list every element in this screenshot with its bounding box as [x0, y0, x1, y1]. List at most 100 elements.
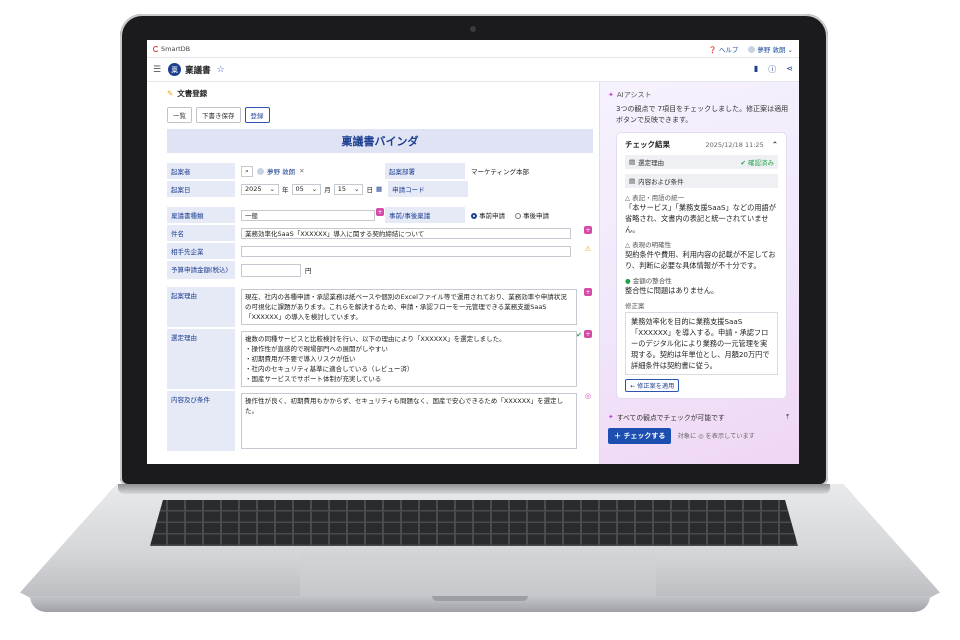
- suggest-label: 修正案: [625, 302, 645, 310]
- field-tag-selection[interactable]: ▤ 選定理由 ✔ 確認済み: [625, 155, 778, 169]
- year-unit: 年: [282, 186, 289, 194]
- section-header: ✎ 文書登録: [167, 88, 593, 99]
- applicant-search-button[interactable]: ⌕: [241, 165, 253, 177]
- document-form: ✎ 文書登録 一覧 下書き保存 登録 稟議書バインダ 起案者* ⌕ 夢野 敦朗: [147, 82, 599, 464]
- check-body: 契約条件や費用、利用内容の記載が不足しており、判断に必要な具体情報が不十分です。: [625, 250, 776, 270]
- applicant-chip: 夢野 敦朗: [257, 166, 295, 176]
- share-icon[interactable]: ⋖: [786, 64, 793, 75]
- field-tag-terms[interactable]: ▤ 内容および条件: [625, 174, 778, 188]
- selection-intro: 複数の同種サービスと比較検討を行い、以下の理由により「XXXXXX」を選定しまし…: [245, 335, 506, 343]
- check-title: ● 金額の整合性: [625, 277, 672, 285]
- list-button[interactable]: 一覧: [167, 107, 192, 123]
- partner-label: 相手先企業*: [167, 243, 238, 259]
- card-title: チェック結果: [625, 140, 670, 149]
- logo-text: SmartDB: [161, 44, 191, 53]
- chevron-up-icon[interactable]: ⌃: [772, 140, 778, 149]
- check-result-card: チェック結果 2025/12/18 11:25 ⌃ ▤ 選定理由 ✔ 確認済み …: [616, 132, 787, 399]
- status-badge: ✔ 確認済み: [740, 159, 774, 167]
- laptop-notch: [432, 596, 528, 601]
- month-select[interactable]: 05 ⌄: [291, 183, 322, 195]
- timing-post-radio[interactable]: 事後申請: [515, 210, 549, 220]
- laptop-lid: SmartDB ❓ ヘルプ 夢野 敦朗 ⌄ ☰ 稟 稟議書 ☆ ▮ ⓘ ⋖ ✎: [120, 14, 828, 486]
- menu-icon[interactable]: ☰: [153, 65, 161, 75]
- sparkle-icon: ✦: [608, 91, 614, 99]
- sparkle-icon: ✦: [608, 413, 614, 421]
- day-select[interactable]: 15 ⌄: [333, 183, 364, 195]
- applicant-name: 夢野 敦朗: [267, 168, 296, 176]
- page-title: 稟議書: [185, 65, 211, 76]
- amount-label: 予算申請金額(税込)*: [167, 261, 238, 279]
- section-title: 文書登録: [177, 89, 208, 98]
- selection-textarea[interactable]: 複数の同種サービスと比較検討を行い、以下の理由により「XXXXXX」を選定しまし…: [241, 331, 577, 387]
- check-circle-icon: ●: [625, 277, 631, 285]
- list-item: ・操作性が直感的で現場部門への展開がしやすい: [245, 345, 388, 353]
- user-menu[interactable]: 夢野 敦朗 ⌄: [748, 44, 793, 54]
- user-avatar-icon: [748, 46, 756, 53]
- ai-mark-icon: +: [376, 208, 384, 216]
- tag-label: 選定理由: [638, 159, 665, 167]
- save-draft-button[interactable]: 下書き保存: [196, 107, 241, 123]
- month-unit: 月: [324, 186, 331, 194]
- remove-applicant-icon[interactable]: ✕: [299, 167, 304, 175]
- laptop-hinge: [118, 484, 830, 494]
- ai-footer: ✦ すべての観点でチェックが可能です ⤒ ＋ チェックする 対象に ◎ を表示し…: [608, 412, 789, 444]
- amount-unit: 円: [305, 267, 312, 275]
- warning-icon: △: [625, 194, 630, 202]
- timing-pre-radio[interactable]: 事前申請: [471, 210, 505, 220]
- search-icon: ⌕: [245, 166, 249, 175]
- info-icon[interactable]: ⓘ: [768, 64, 776, 75]
- warning-icon: △: [625, 241, 630, 249]
- radio-empty-icon: [515, 213, 521, 219]
- register-button[interactable]: 登録: [244, 107, 270, 123]
- apply-suggestion-button[interactable]: ← 修正案を適用: [625, 379, 680, 392]
- year-select[interactable]: 2025 ⌄: [241, 183, 279, 195]
- user-name: 夢野 敦朗: [757, 45, 786, 54]
- title-bar: ☰ 稟 稟議書 ☆ ▮ ⓘ ⋖: [147, 58, 799, 82]
- code-label: 申請コード: [388, 181, 469, 197]
- user-avatar-icon: [257, 167, 264, 175]
- field-icon: ▤: [629, 158, 636, 166]
- warning-icon: ⚠: [584, 245, 591, 253]
- code-value: [468, 181, 593, 197]
- date-label: 起案日*: [167, 181, 238, 197]
- applicant-label: 起案者*: [167, 163, 238, 179]
- favorite-star-icon[interactable]: ☆: [217, 65, 225, 75]
- day-unit: 日: [366, 186, 373, 194]
- chevron-down-icon: ⌄: [311, 185, 318, 193]
- app-logo[interactable]: SmartDB: [153, 45, 190, 53]
- bookmark-icon[interactable]: ▮: [754, 64, 758, 75]
- camera-icon: [470, 26, 476, 32]
- form-title: 稟議書バインダ: [167, 129, 593, 153]
- laptop-screen: SmartDB ❓ ヘルプ 夢野 敦朗 ⌄ ☰ 稟 稟議書 ☆ ▮ ⓘ ⋖ ✎: [147, 40, 799, 464]
- top-bar: SmartDB ❓ ヘルプ 夢野 敦朗 ⌄: [147, 40, 799, 58]
- run-check-button[interactable]: ＋ チェックする: [608, 428, 672, 444]
- app-badge-icon: 稟: [168, 63, 182, 76]
- help-link[interactable]: ❓ ヘルプ: [709, 44, 739, 54]
- chevron-down-icon: ⌄: [354, 185, 360, 193]
- partner-input[interactable]: [241, 245, 571, 257]
- ai-assist-panel: ✦ AIアシスト 3つの観点で 7項目をチェックしました。修正案は適用ボタンで反…: [599, 82, 799, 464]
- amount-input[interactable]: [241, 263, 301, 277]
- check-body: 「本サービス」「業務支援SaaS」などの用語が省略され、文書内の表記と統一されて…: [625, 203, 776, 234]
- card-date: 2025/12/18 11:25: [705, 140, 764, 149]
- subject-input[interactable]: 業務効率化SaaS「XXXXXX」導入に関する契約締結について: [241, 227, 571, 239]
- ai-title: AIアシスト: [616, 91, 652, 99]
- ai-mark-icon: +: [584, 330, 592, 338]
- check-title: △ 表記・用語の統一: [625, 194, 685, 202]
- terms-textarea[interactable]: 操作性が良く、初期費用もかからず、セキュリティも問題なく、国産で安心できるため「…: [241, 393, 577, 449]
- type-input[interactable]: 一般: [241, 209, 375, 221]
- dept-value: マーケティング本部: [465, 163, 593, 179]
- reason-label: 起案理由*: [167, 287, 238, 327]
- calendar-icon[interactable]: ▦: [376, 185, 382, 193]
- collapse-top-icon[interactable]: ⤒: [786, 413, 789, 422]
- field-icon: ▤: [629, 177, 636, 185]
- ai-mark-icon: +: [584, 288, 592, 296]
- subject-label: 件名*: [167, 225, 238, 241]
- check-icon: ✔: [576, 331, 582, 339]
- chevron-down-icon: ⌄: [787, 45, 793, 54]
- reason-textarea[interactable]: 現在、社内の各種申請・承認業務は紙ベースや個別のExcelファイル等で運用されて…: [241, 289, 577, 325]
- logo-icon: [153, 45, 159, 52]
- help-label: ヘルプ: [718, 45, 739, 54]
- laptop-keyboard: [150, 500, 798, 546]
- selection-label: 選定理由*: [167, 329, 238, 389]
